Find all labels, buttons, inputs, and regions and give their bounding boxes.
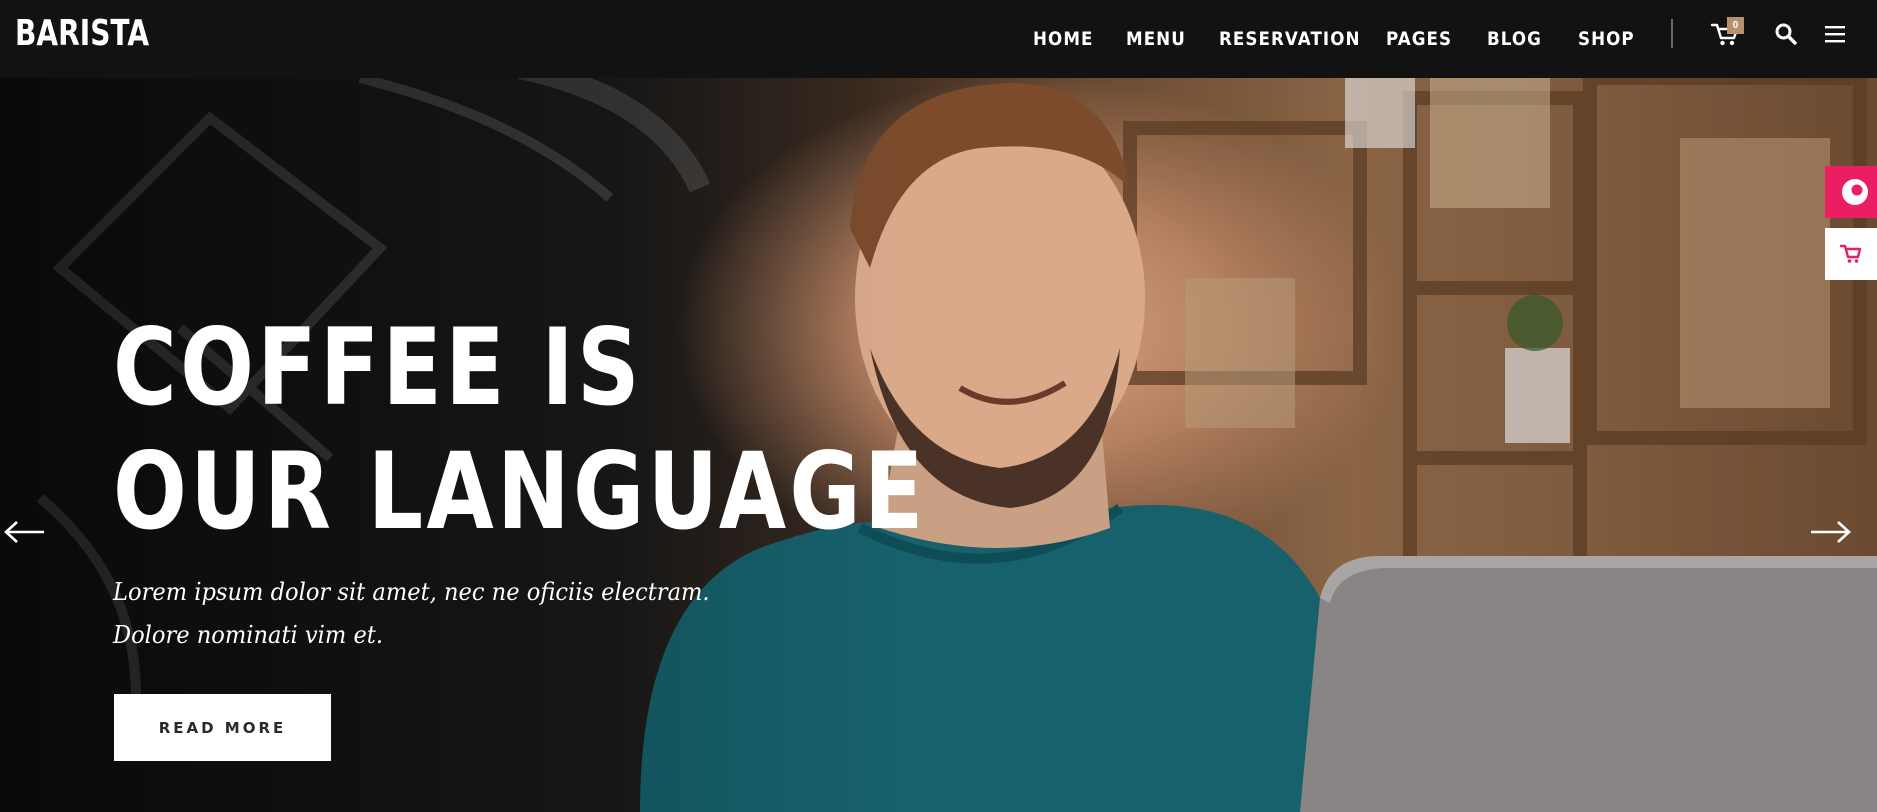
hero-subtitle: Lorem ipsum dolor sit amet, nec ne ofici… — [113, 571, 710, 657]
site-header: BARISTA HOME MENU RESERVATION PAGES BLOG… — [0, 0, 1877, 78]
support-chat-icon — [1842, 179, 1868, 205]
nav-menu[interactable]: MENU — [1126, 28, 1186, 50]
hero-title-line-2: OUR LANGUAGE — [113, 430, 927, 553]
nav-blog[interactable]: BLOG — [1487, 28, 1542, 50]
support-chat-button[interactable] — [1825, 166, 1877, 218]
arrow-left-icon — [4, 521, 44, 543]
search-icon — [1775, 23, 1797, 45]
hamburger-menu-button[interactable] — [1823, 24, 1847, 44]
hamburger-menu-icon — [1825, 26, 1845, 43]
hero-subtitle-line-1: Lorem ipsum dolor sit amet, nec ne ofici… — [113, 578, 710, 606]
search-button[interactable] — [1774, 22, 1798, 46]
hero-title: COFFEE IS OUR LANGUAGE — [113, 306, 927, 554]
nav-shop[interactable]: SHOP — [1578, 28, 1635, 50]
site-logo[interactable]: BARISTA — [15, 13, 149, 54]
nav-divider — [1671, 19, 1673, 48]
hero-title-line-1: COFFEE IS — [113, 306, 643, 429]
hero-slider: COFFEE IS OUR LANGUAGE Lorem ipsum dolor… — [0, 78, 1877, 812]
hero-subtitle-line-2: Dolore nominati vim et. — [113, 621, 384, 649]
arrow-right-icon — [1811, 521, 1851, 543]
slider-prev-button[interactable] — [3, 519, 47, 545]
nav-pages[interactable]: PAGES — [1386, 28, 1452, 50]
nav-home[interactable]: HOME — [1033, 28, 1094, 50]
cart-icon — [1839, 244, 1862, 263]
nav-reservation[interactable]: RESERVATION — [1219, 28, 1361, 50]
read-more-button[interactable]: READ MORE — [114, 694, 331, 761]
slider-next-button[interactable] — [1808, 519, 1852, 545]
cart-count-badge: 0 — [1727, 17, 1744, 34]
side-cart-button[interactable] — [1825, 228, 1877, 280]
